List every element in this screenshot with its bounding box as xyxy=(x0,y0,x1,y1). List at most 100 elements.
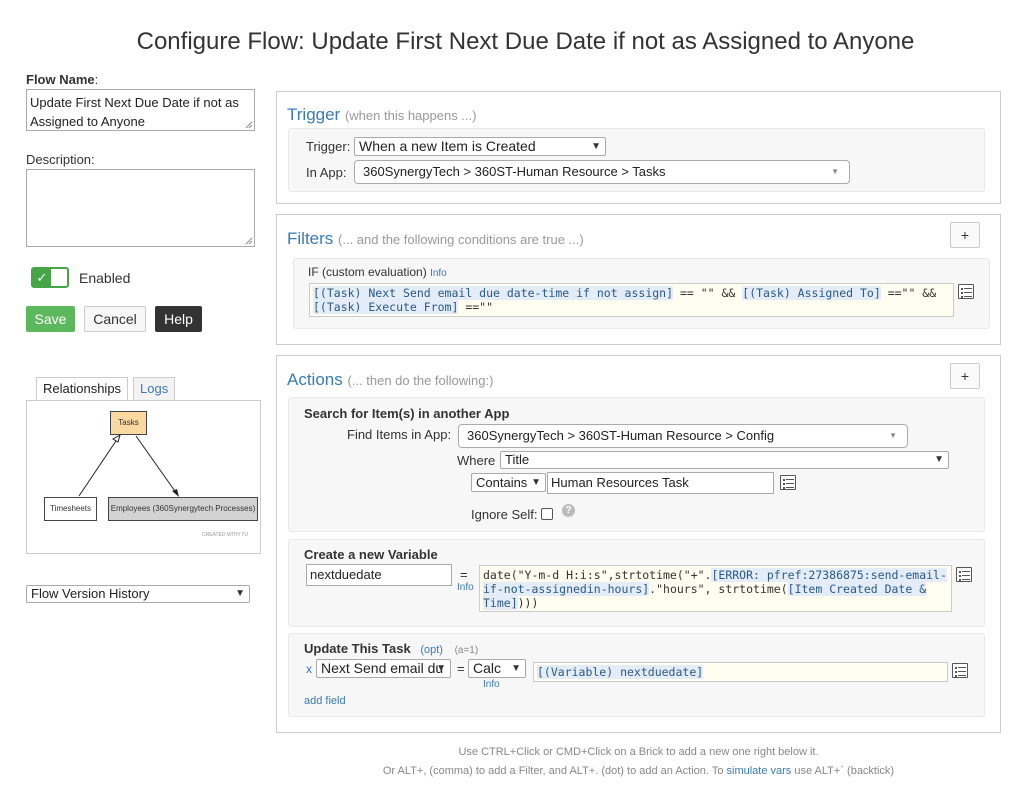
trigger-panel: Trigger (when this happens ...) Trigger:… xyxy=(276,91,1001,204)
filters-subtitle: (... and the following conditions are tr… xyxy=(338,232,584,247)
enabled-toggle[interactable]: ✓ xyxy=(31,267,69,288)
app-select-value: 360SynergyTech > 360ST-Human Resource > … xyxy=(363,164,666,179)
enabled-label: Enabled xyxy=(79,270,131,286)
where-operator-select[interactable]: Contains ▼ xyxy=(471,473,546,492)
resize-handle-icon[interactable] xyxy=(245,237,253,245)
flow-name-label-wrap: Flow Name: xyxy=(26,72,98,87)
trigger-label: Trigger: xyxy=(306,139,351,154)
save-button[interactable]: Save xyxy=(26,306,75,332)
filters-title: Filters xyxy=(287,229,334,248)
find-items-label: Find Items in App: xyxy=(347,427,452,442)
find-items-app-value: 360SynergyTech > 360ST-Human Resource > … xyxy=(467,428,775,443)
variable-expr-text: date("Y-m-d H:i:s",strtotime("+". xyxy=(483,568,712,582)
where-field-select[interactable]: Title ▼ xyxy=(500,451,949,469)
flow-name-field[interactable]: Update First Next Due Date if not as Ass… xyxy=(26,89,255,131)
update-field-value: Next Send email du xyxy=(321,660,444,676)
filter-op: == "" && xyxy=(673,286,743,300)
if-label-wrap: IF (custom evaluation) Info xyxy=(308,265,447,279)
filter-expression[interactable]: [(Task) Next Send email due date-time if… xyxy=(309,283,954,317)
add-field-link[interactable]: add field xyxy=(304,695,346,707)
variable-name-value: nextduedate xyxy=(310,567,382,582)
trigger-select[interactable]: When a new Item is Created ▼ xyxy=(354,137,606,156)
if-label: IF (custom evaluation) xyxy=(308,265,427,279)
field-picker-icon[interactable] xyxy=(952,663,968,678)
where-match-value: Human Resources Task xyxy=(551,475,689,490)
update-count: (a=1) xyxy=(454,645,479,656)
add-action-button[interactable]: + xyxy=(950,363,980,389)
ignore-self-checkbox[interactable] xyxy=(541,508,553,520)
page-title: Configure Flow: Update First Next Due Da… xyxy=(136,28,915,55)
flow-name-label: Flow Name xyxy=(26,72,95,87)
where-field-value: Title xyxy=(505,452,530,467)
field-picker-icon[interactable] xyxy=(958,284,974,299)
trigger-subtitle: (when this happens ...) xyxy=(344,108,477,123)
ignore-self-label: Ignore Self: xyxy=(471,507,538,522)
footer-hint-1: Use CTRL+Click or CMD+Click on a Brick t… xyxy=(458,746,819,758)
remove-field-icon[interactable]: x xyxy=(306,662,312,676)
app-label: In App: xyxy=(306,165,347,180)
field-picker-icon[interactable] xyxy=(956,567,972,582)
actions-panel: Actions (... then do the following:) + S… xyxy=(276,355,1001,733)
footer-hint-2: Or ALT+, (comma) to add a Filter, and AL… xyxy=(276,765,1001,777)
update-mode-select[interactable]: Calc ▼ xyxy=(468,659,526,678)
variable-info-link[interactable]: Info xyxy=(457,582,474,593)
tab-logs[interactable]: Logs xyxy=(133,377,176,401)
relationship-tabs: Relationships Logs xyxy=(26,377,261,401)
filter-op: =="" xyxy=(458,300,494,314)
app-select[interactable]: 360SynergyTech > 360ST-Human Resource > … xyxy=(354,160,850,184)
diagram-node-timesheets[interactable]: Timesheets xyxy=(44,497,97,521)
chevron-down-icon: ▼ xyxy=(235,588,245,599)
update-expression[interactable]: [(Variable) nextduedate] xyxy=(533,662,948,682)
help-question-icon[interactable]: ? xyxy=(562,504,575,517)
flow-name-colon: : xyxy=(94,72,99,87)
flow-name-value: Update First Next Due Date if not as Ass… xyxy=(30,95,239,129)
variable-expression[interactable]: date("Y-m-d H:i:s",strtotime("+".[ERROR:… xyxy=(479,565,952,612)
field-picker-icon[interactable] xyxy=(780,475,796,490)
update-info-link[interactable]: Info xyxy=(483,679,500,690)
variable-expr-text: ))) xyxy=(517,596,539,610)
where-operator-value: Contains xyxy=(476,475,528,490)
footer-hint-2b: use ALT+` (backtick) xyxy=(791,765,895,777)
update-opt-link[interactable]: (opt) xyxy=(420,644,443,656)
footer-hint-2a: Or ALT+, (comma) to add a Filter, and AL… xyxy=(382,765,727,777)
chevron-down-icon: ▼ xyxy=(591,141,601,152)
flow-version-history-value: Flow Version History xyxy=(31,586,150,601)
simulate-vars-link[interactable]: simulate vars xyxy=(727,765,792,777)
chevron-down-icon: ▼ xyxy=(511,663,521,674)
update-action-heading: Update This Task (opt) (a=1) xyxy=(304,641,478,656)
chevron-down-icon: ▼ xyxy=(934,454,944,465)
update-field-select[interactable]: Next Send email du ▼ xyxy=(316,659,451,678)
filter-token: [(Task) Next Send email due date-time if… xyxy=(313,286,674,300)
variable-expr-text: ."hours", strtotime( xyxy=(649,582,788,596)
description-label: Description: xyxy=(26,152,95,167)
filter-token: [(Task) Execute From] xyxy=(313,300,459,314)
variable-name-input[interactable]: nextduedate xyxy=(306,564,452,586)
tab-relationships[interactable]: Relationships xyxy=(36,377,129,401)
help-button[interactable]: Help xyxy=(155,306,202,332)
actions-heading: Actions (... then do the following:) xyxy=(287,370,493,390)
actions-subtitle: (... then do the following:) xyxy=(347,373,494,388)
update-mode-value: Calc xyxy=(473,660,502,676)
chevron-down-icon: ▼ xyxy=(889,431,897,440)
filters-heading: Filters (... and the following condition… xyxy=(287,229,584,249)
flow-version-history-select[interactable]: Flow Version History ▼ xyxy=(26,585,250,603)
diagram-node-tasks[interactable]: Tasks xyxy=(110,411,147,435)
diagram-node-employees[interactable]: Employees (360Synergytech Processes) xyxy=(108,497,258,521)
chevron-down-icon: ▼ xyxy=(831,167,839,176)
actions-title: Actions xyxy=(287,370,343,389)
filters-panel: Filters (... and the following condition… xyxy=(276,214,1001,345)
update-equals: = xyxy=(457,661,465,676)
chevron-down-icon: ▼ xyxy=(436,663,446,674)
cancel-button[interactable]: Cancel xyxy=(84,306,146,332)
relationship-diagram: Tasks Timesheets Employees (360Synergyte… xyxy=(26,400,261,554)
variable-equals: = xyxy=(460,567,468,582)
filter-info-link[interactable]: Info xyxy=(430,268,447,279)
find-items-app-select[interactable]: 360SynergyTech > 360ST-Human Resource > … xyxy=(458,424,908,448)
update-action-title: Update This Task xyxy=(304,641,411,656)
trigger-heading: Trigger (when this happens ...) xyxy=(287,105,476,125)
where-match-input[interactable]: Human Resources Task xyxy=(547,472,774,494)
trigger-select-value: When a new Item is Created xyxy=(359,138,536,154)
resize-handle-icon[interactable] xyxy=(245,121,253,129)
add-filter-button[interactable]: + xyxy=(950,222,980,248)
description-field[interactable] xyxy=(26,169,255,247)
